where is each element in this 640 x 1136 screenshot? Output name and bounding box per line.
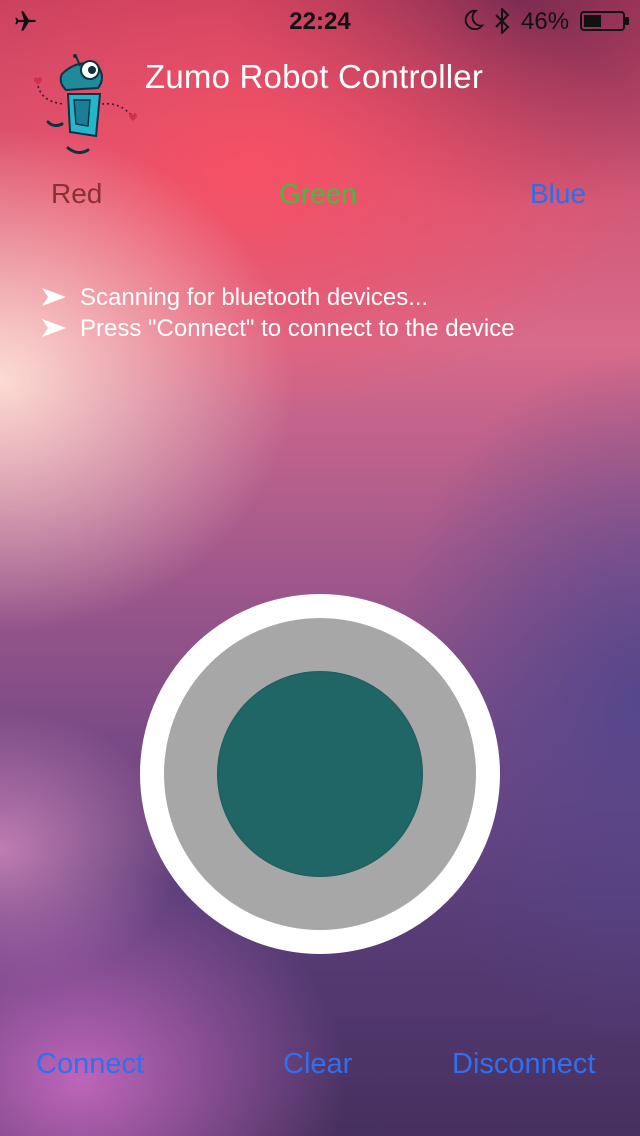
moon-icon [464, 9, 484, 30]
message-item: Press "Connect" to connect to the device [42, 313, 622, 344]
connect-button[interactable]: Connect [36, 1048, 144, 1081]
color-label-blue: Blue [530, 178, 587, 209]
joystick-track [164, 618, 476, 930]
message-text: Press "Connect" to connect to the device [80, 315, 515, 342]
battery-icon [580, 11, 629, 31]
message-list: Scanning for bluetooth devices... Press … [42, 282, 622, 344]
arrow-bullet-icon [42, 288, 66, 306]
color-label-red: Red [51, 178, 103, 209]
joystick-knob[interactable] [217, 671, 423, 877]
bluetooth-icon [495, 8, 510, 34]
robot-mascot-icon [34, 54, 137, 155]
message-text: Scanning for bluetooth devices... [80, 284, 429, 311]
clear-button[interactable]: Clear [283, 1048, 352, 1081]
arrow-bullet-icon [42, 319, 66, 337]
battery-percent: 46% [521, 8, 570, 35]
disconnect-button[interactable]: Disconnect [452, 1048, 595, 1081]
joystick [140, 594, 500, 954]
status-bar: 22:24 46% [0, 0, 640, 40]
message-item: Scanning for bluetooth devices... [42, 282, 622, 313]
app-title: Zumo Robot Controller [145, 58, 484, 95]
color-label-green: Green [279, 178, 357, 209]
